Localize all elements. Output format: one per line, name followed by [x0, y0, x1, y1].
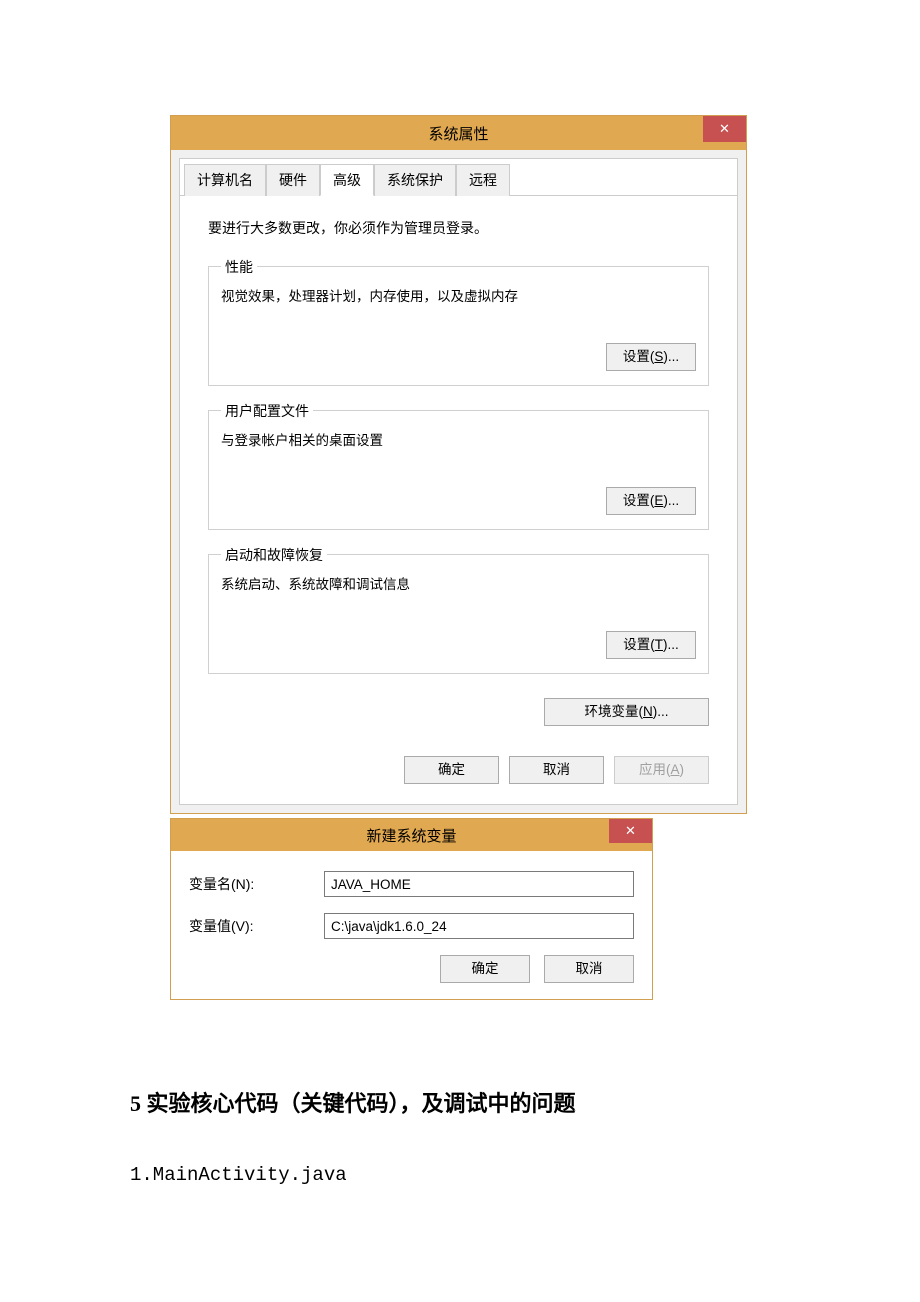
close-icon[interactable]: ✕ [609, 819, 652, 843]
titlebar[interactable]: 新建系统变量 ✕ [171, 819, 652, 851]
performance-desc: 视觉效果，处理器计划，内存使用，以及虚拟内存 [221, 285, 696, 305]
ok-button[interactable]: 确定 [440, 955, 530, 983]
startup-recovery-desc: 系统启动、系统故障和调试信息 [221, 573, 696, 593]
system-properties-dialog: 系统属性 ✕ 计算机名 硬件 高级 系统保护 远程 要进行大多数更改，你必须作为… [170, 115, 747, 814]
variable-name-input[interactable] [324, 871, 634, 897]
code-filename: 1.MainActivity.java [130, 1164, 920, 1186]
startup-recovery-legend: 启动和故障恢复 [221, 545, 327, 565]
performance-group: 性能 视觉效果，处理器计划，内存使用，以及虚拟内存 设置(S)... [208, 266, 709, 386]
dialog-title: 系统属性 [171, 123, 746, 144]
tab-hardware[interactable]: 硬件 [266, 164, 320, 196]
tab-computer-name[interactable]: 计算机名 [184, 164, 266, 196]
performance-legend: 性能 [221, 257, 257, 277]
cancel-button[interactable]: 取消 [544, 955, 634, 983]
performance-settings-button[interactable]: 设置(S)... [606, 343, 696, 371]
apply-button: 应用(A) [614, 756, 709, 784]
user-profile-settings-button[interactable]: 设置(E)... [606, 487, 696, 515]
close-icon[interactable]: ✕ [703, 116, 746, 142]
document-text: 5 实验核心代码（关键代码），及调试中的问题 1.MainActivity.ja… [130, 1086, 920, 1186]
tab-advanced[interactable]: 高级 [320, 164, 374, 196]
dialog-body: 计算机名 硬件 高级 系统保护 远程 要进行大多数更改，你必须作为管理员登录。 … [179, 158, 738, 805]
new-system-variable-dialog: 新建系统变量 ✕ 变量名(N): 变量值(V): 确定 取消 [170, 818, 653, 1000]
environment-variables-button[interactable]: 环境变量(N)... [544, 698, 709, 726]
titlebar[interactable]: 系统属性 ✕ [171, 116, 746, 150]
tab-remote[interactable]: 远程 [456, 164, 510, 196]
tab-strip: 计算机名 硬件 高级 系统保护 远程 [180, 159, 737, 196]
user-profile-legend: 用户配置文件 [221, 401, 313, 421]
tab-content-advanced: 要进行大多数更改，你必须作为管理员登录。 性能 视觉效果，处理器计划，内存使用，… [180, 196, 737, 804]
admin-note: 要进行大多数更改，你必须作为管理员登录。 [208, 218, 709, 238]
cancel-button[interactable]: 取消 [509, 756, 604, 784]
ok-button[interactable]: 确定 [404, 756, 499, 784]
section-heading: 5 实验核心代码（关键代码），及调试中的问题 [130, 1086, 920, 1118]
dialog2-body: 变量名(N): 变量值(V): 确定 取消 [171, 851, 652, 999]
variable-value-input[interactable] [324, 913, 634, 939]
user-profile-desc: 与登录帐户相关的桌面设置 [221, 429, 696, 449]
variable-name-label: 变量名(N): [189, 874, 324, 894]
startup-recovery-group: 启动和故障恢复 系统启动、系统故障和调试信息 设置(T)... [208, 554, 709, 674]
startup-recovery-settings-button[interactable]: 设置(T)... [606, 631, 696, 659]
tab-system-protection[interactable]: 系统保护 [374, 164, 456, 196]
user-profile-group: 用户配置文件 与登录帐户相关的桌面设置 设置(E)... [208, 410, 709, 530]
variable-value-label: 变量值(V): [189, 916, 324, 936]
dialog2-title: 新建系统变量 [171, 825, 652, 846]
